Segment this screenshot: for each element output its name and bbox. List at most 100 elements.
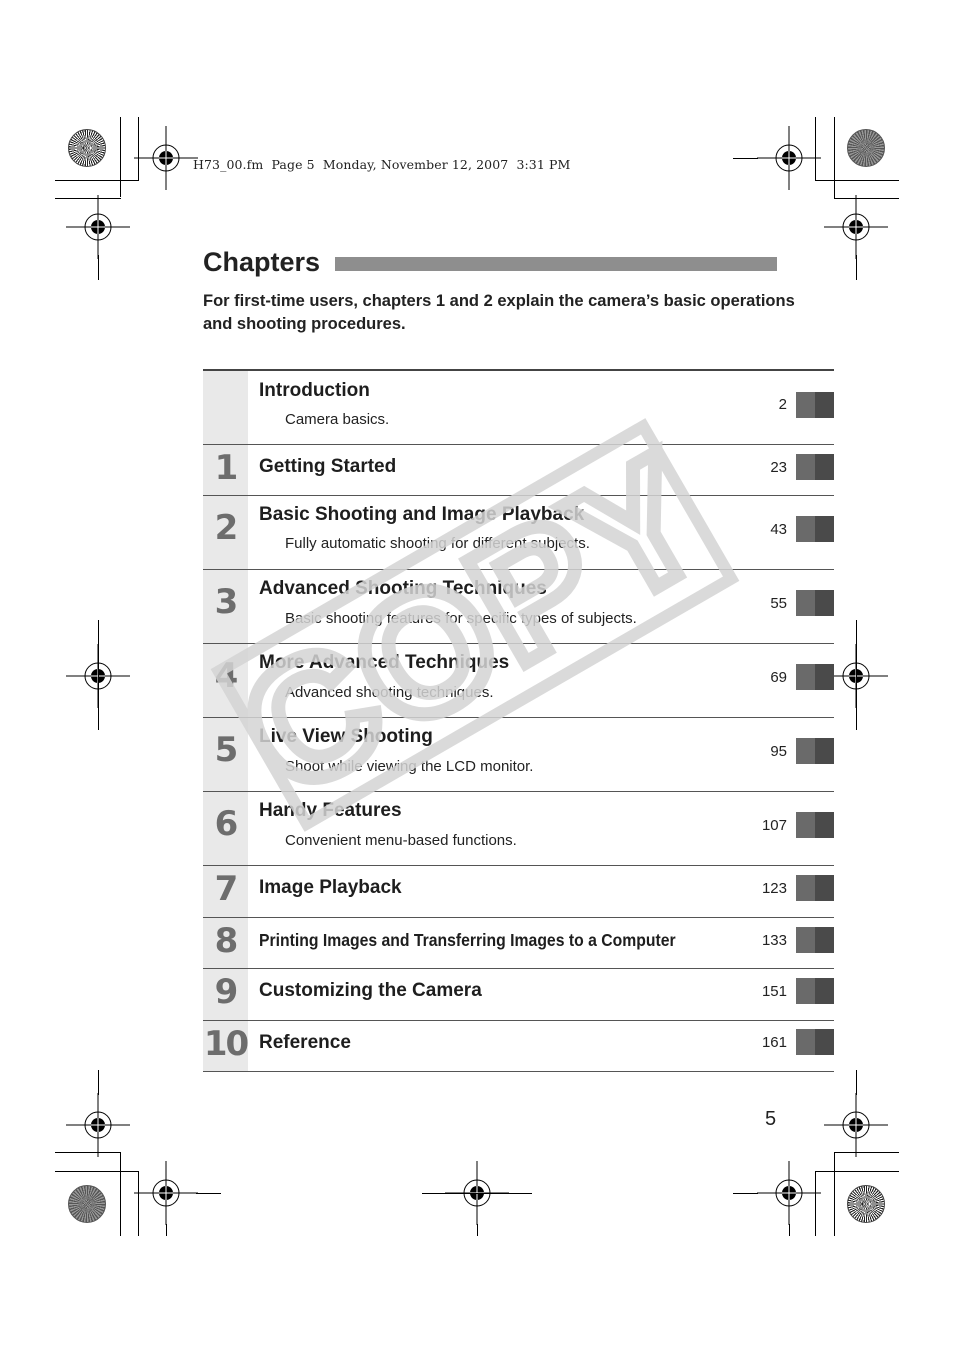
chapter-page[interactable]: 161 [762, 1034, 787, 1051]
color-target-icon [68, 1185, 106, 1223]
chapter-title[interactable]: Reference [259, 1032, 351, 1054]
crop-mark [815, 1171, 899, 1172]
crop-mark [98, 1070, 99, 1095]
crop-mark [166, 1224, 167, 1236]
crop-mark [856, 1070, 857, 1095]
title-rule [335, 257, 777, 271]
intro-paragraph: For first-time users, chapters 1 and 2 e… [203, 292, 795, 333]
crop-mark [834, 117, 835, 199]
chapter-page[interactable]: 2 [779, 396, 787, 413]
chapter-title[interactable]: Image Playback [259, 877, 402, 899]
thumb-tab-icon [796, 516, 834, 542]
chapter-title[interactable]: Customizing the Camera [259, 980, 482, 1002]
chapter-title[interactable]: More Advanced Techniques [259, 652, 509, 674]
crop-mark [196, 1193, 221, 1194]
thumb-tab-icon [796, 875, 834, 901]
chapter-number-column [203, 371, 248, 444]
chapter-row[interactable]: 9 Customizing the Camera 151 [203, 968, 834, 1020]
crop-mark [55, 180, 139, 181]
crop-mark [733, 158, 758, 159]
chapter-number: 1 [214, 448, 239, 488]
chapter-row[interactable]: 3 Advanced Shooting Techniques Basic sho… [203, 569, 834, 643]
crop-mark [120, 117, 121, 197]
chapter-page[interactable]: 23 [770, 459, 787, 476]
chapter-title[interactable]: Live View Shooting [259, 726, 433, 748]
thumb-tab-icon [796, 738, 834, 764]
registration-mark-icon [134, 1161, 198, 1225]
registration-mark-icon [824, 195, 888, 259]
page-title: Chapters [203, 247, 321, 277]
chapter-title[interactable]: Introduction [259, 380, 370, 402]
chapter-number: 7 [214, 869, 239, 909]
chapter-title[interactable]: Printing Images and Transferring Images … [259, 930, 676, 951]
crop-mark [834, 1152, 835, 1236]
chapter-row[interactable]: Introduction Camera basics. 2 [203, 369, 834, 444]
chapter-title[interactable]: Handy Features [259, 800, 402, 822]
crop-mark [856, 255, 857, 280]
thumb-tab-icon [796, 590, 834, 616]
crop-mark [856, 620, 857, 730]
chapter-page[interactable]: 55 [770, 595, 787, 612]
crop-mark [815, 180, 899, 181]
thumb-tab-icon [796, 392, 834, 418]
crop-mark [733, 1193, 758, 1194]
thumb-tab-icon [796, 664, 834, 690]
chapter-description: Convenient menu-based functions. [285, 832, 517, 849]
registration-mark-icon [66, 1093, 130, 1157]
chapter-description: Advanced shooting techniques. [285, 684, 494, 701]
thumb-tab-icon [796, 454, 834, 480]
crop-mark [98, 620, 99, 730]
chapter-description: Shoot while viewing the LCD monitor. [285, 758, 534, 775]
crop-mark [120, 1152, 121, 1236]
chapter-title[interactable]: Getting Started [259, 456, 396, 478]
chapter-number: 6 [214, 804, 239, 844]
thumb-tab-icon [796, 1029, 834, 1055]
chapter-row[interactable]: 1 Getting Started 23 [203, 444, 834, 495]
page-number: 5 [765, 1108, 777, 1130]
chapter-number: 10 [203, 1024, 249, 1064]
chapter-page[interactable]: 107 [762, 817, 787, 834]
color-target-icon [847, 1185, 885, 1223]
chapter-page[interactable]: 95 [770, 743, 787, 760]
chapter-row[interactable]: 7 Image Playback 123 [203, 865, 834, 917]
crop-mark [789, 1224, 790, 1236]
chapter-number: 3 [214, 582, 239, 622]
thumb-tab-icon [796, 812, 834, 838]
chapter-row[interactable]: 6 Handy Features Convenient menu-based f… [203, 791, 834, 865]
chapter-page[interactable]: 151 [762, 983, 787, 1000]
chapter-row[interactable]: 4 More Advanced Techniques Advanced shoo… [203, 643, 834, 717]
crop-mark [422, 1193, 532, 1194]
chapters-table: Introduction Camera basics. 2 1 Getting … [203, 369, 834, 1072]
registration-mark-icon [757, 126, 821, 190]
chapter-description: Basic shooting features for specific typ… [285, 610, 637, 627]
chapter-page[interactable]: 69 [770, 669, 787, 686]
thumb-tab-icon [796, 978, 834, 1004]
registration-mark-icon [824, 1093, 888, 1157]
chapter-row[interactable]: 10 Reference 161 [203, 1020, 834, 1072]
chapter-row[interactable]: 8 Printing Images and Transferring Image… [203, 917, 834, 968]
chapter-description: Camera basics. [285, 411, 390, 428]
print-slug: H73_00.fm Page 5 Monday, November 12, 20… [193, 157, 571, 172]
chapter-number: 4 [214, 656, 239, 696]
color-target-icon [68, 129, 106, 167]
registration-mark-icon [66, 195, 130, 259]
chapter-number: 9 [214, 972, 239, 1012]
chapter-number: 8 [214, 921, 239, 961]
thumb-tab-icon [796, 927, 834, 953]
chapter-page[interactable]: 133 [762, 932, 787, 949]
chapter-title[interactable]: Advanced Shooting Techniques [259, 578, 547, 600]
chapter-row[interactable]: 5 Live View Shooting Shoot while viewing… [203, 717, 834, 791]
chapter-page[interactable]: 43 [770, 521, 787, 538]
crop-mark [477, 1224, 478, 1236]
crop-mark [98, 255, 99, 280]
registration-mark-icon [757, 1161, 821, 1225]
chapter-page[interactable]: 123 [762, 880, 787, 897]
crop-mark [55, 1171, 139, 1172]
chapter-number: 5 [214, 730, 239, 770]
registration-mark-icon [134, 126, 198, 190]
chapter-number: 2 [214, 508, 239, 548]
chapter-description: Fully automatic shooting for different s… [285, 535, 590, 552]
color-target-icon [847, 129, 885, 167]
chapter-row[interactable]: 2 Basic Shooting and Image Playback Full… [203, 495, 834, 569]
chapter-title[interactable]: Basic Shooting and Image Playback [259, 504, 584, 526]
